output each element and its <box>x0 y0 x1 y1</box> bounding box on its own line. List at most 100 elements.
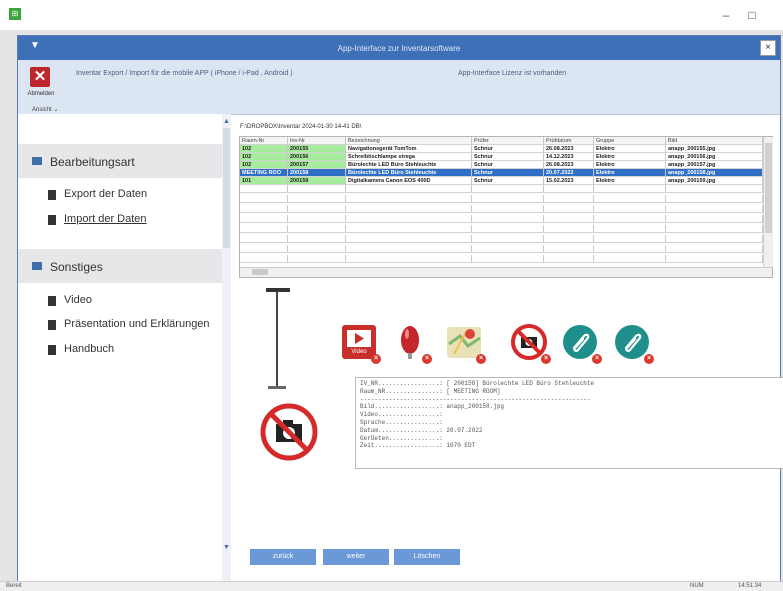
table-row-empty[interactable] <box>240 205 772 213</box>
grid-horizontal-scrollbar[interactable] <box>240 267 772 277</box>
table-row-empty[interactable] <box>240 225 772 233</box>
table-cell <box>666 205 763 213</box>
table-cell <box>346 185 472 193</box>
table-row[interactable]: MEETING ROO 200158 Bürolechte LED Büro Ste… <box>240 169 772 177</box>
table-row[interactable]: 102 200155 Navigationsgerät TomTom Schnur 26… <box>240 145 772 153</box>
table-cell: 15.02.2023 <box>544 177 594 185</box>
logout-button-label[interactable]: Abmelden <box>21 91 61 97</box>
table-cell <box>346 195 472 203</box>
app-window: ▼ App-Interface zur Inventarsoftware × ✕… <box>17 35 783 583</box>
document-icon <box>48 190 56 200</box>
scroll-down-icon[interactable]: ▼ <box>223 544 230 551</box>
table-cell <box>472 215 544 223</box>
delete-button[interactable]: Löschen <box>394 549 460 565</box>
ribbon-info-text: Inventar Export / Import für die mobile … <box>76 70 293 77</box>
table-row[interactable]: 102 200157 Bürolechte LED Büro Stehleuchte… <box>240 161 772 169</box>
table-cell: 26.08.2023 <box>544 161 594 169</box>
next-button[interactable]: weiter <box>323 549 389 565</box>
table-cell <box>240 255 288 263</box>
delete-badge-icon[interactable]: × <box>592 354 602 364</box>
table-cell <box>288 245 346 253</box>
scrollbar-thumb[interactable] <box>765 143 772 233</box>
table-cell: 102 <box>240 161 288 169</box>
paperclip-icon[interactable]: × <box>614 324 654 364</box>
table-row[interactable]: 102 200156 Schreibtischlampe strega Schnur 1… <box>240 153 772 161</box>
table-cell <box>240 195 288 203</box>
table-row[interactable]: 101 200159 Digitalkamera Canon EOS 400D Sch… <box>240 177 772 185</box>
minimize-button[interactable]: – <box>714 6 738 24</box>
table-row-empty[interactable] <box>240 185 772 193</box>
table-cell: Bild <box>666 137 763 145</box>
table-cell <box>472 235 544 243</box>
folder-path: F:\DROPBOX\Inventar 2024-01-30 14-41 DB\ <box>240 124 362 130</box>
table-cell <box>544 235 594 243</box>
table-cell <box>288 215 346 223</box>
table-cell: Navigationsgerät TomTom <box>346 145 472 153</box>
maximize-button[interactable]: □ <box>740 6 764 24</box>
table-row-empty[interactable] <box>240 235 772 243</box>
table-cell: anapp_200158.jpg <box>666 169 763 177</box>
table-cell <box>594 255 666 263</box>
table-cell <box>594 185 666 193</box>
back-button[interactable]: zurück <box>250 549 316 565</box>
table-cell: Digitalkamera Canon EOS 400D <box>346 177 472 185</box>
table-row-empty[interactable] <box>240 195 772 203</box>
table-cell <box>594 215 666 223</box>
table-cell <box>472 205 544 213</box>
table-cell: anapp_200159.jpg <box>666 177 763 185</box>
table-cell: Schnur <box>472 169 544 177</box>
item-photo <box>266 288 290 389</box>
navigation-panel: Bearbeitungsart Export der Daten Import … <box>18 114 224 582</box>
scrollbar-thumb[interactable] <box>252 269 268 275</box>
table-cell: 200157 <box>288 161 346 169</box>
table-cell <box>240 245 288 253</box>
no-photo-icon[interactable]: × <box>511 324 551 364</box>
nav-item-label: Handbuch <box>64 343 115 355</box>
table-cell <box>666 255 763 263</box>
table-cell <box>346 235 472 243</box>
section-title: Sonstiges <box>50 260 103 274</box>
table-row-empty[interactable] <box>240 255 772 263</box>
window-titlebar: ▼ App-Interface zur Inventarsoftware × <box>18 36 780 60</box>
logout-icon[interactable]: ✕ <box>30 67 50 87</box>
table-cell: 102 <box>240 153 288 161</box>
table-cell <box>666 235 763 243</box>
table-cell: 200159 <box>288 177 346 185</box>
table-cell <box>666 245 763 253</box>
table-cell: 20.07.2022 <box>544 169 594 177</box>
table-cell: Elektro <box>594 145 666 153</box>
document-icon <box>48 320 56 330</box>
delete-badge-icon[interactable]: × <box>476 354 486 364</box>
delete-badge-icon[interactable]: × <box>644 354 654 364</box>
table-cell <box>472 245 544 253</box>
scrollbar-thumb[interactable] <box>223 128 230 248</box>
table-row-empty[interactable] <box>240 245 772 253</box>
delete-badge-icon[interactable]: × <box>371 354 381 364</box>
delete-badge-icon[interactable]: × <box>422 354 432 364</box>
video-icon[interactable]: Video × <box>341 324 381 364</box>
table-cell <box>288 205 346 213</box>
table-cell <box>544 225 594 233</box>
close-button[interactable]: × <box>760 40 776 56</box>
section-bearbeitungsart[interactable]: Bearbeitungsart <box>18 144 222 178</box>
section-sonstiges[interactable]: Sonstiges <box>18 249 222 283</box>
grid-vertical-scrollbar[interactable] <box>763 137 773 267</box>
inventory-grid[interactable]: Raum-Nr Inv-Nr Bezeichnung Prüfer Prüfdatum G… <box>239 136 773 278</box>
table-cell: 101 <box>240 177 288 185</box>
table-header[interactable]: Raum-Nr Inv-Nr Bezeichnung Prüfer Prüfdatum G… <box>240 137 772 145</box>
ansicht-group-label: Ansicht ⌄ <box>32 107 59 113</box>
table-cell: Prüfer <box>472 137 544 145</box>
scroll-up-icon[interactable]: ▲ <box>223 118 230 125</box>
details-textarea[interactable]: IV_NR.................: [ 200158] Bürole… <box>355 377 783 469</box>
ribbon: ✕ Abmelden Ansicht ⌄ Inventar Export / I… <box>18 60 780 115</box>
microphone-icon[interactable]: × <box>392 324 432 364</box>
paperclip-icon[interactable]: × <box>562 324 602 364</box>
left-panel-scrollbar[interactable]: ▲ ▼ <box>222 114 231 582</box>
table-cell: Bezeichnung <box>346 137 472 145</box>
delete-badge-icon[interactable]: × <box>541 354 551 364</box>
table-cell: Bürolechte LED Büro Stehleuchte <box>346 169 472 177</box>
table-cell: 200156 <box>288 153 346 161</box>
table-row-empty[interactable] <box>240 215 772 223</box>
map-icon[interactable]: × <box>446 324 486 364</box>
table-cell <box>666 225 763 233</box>
